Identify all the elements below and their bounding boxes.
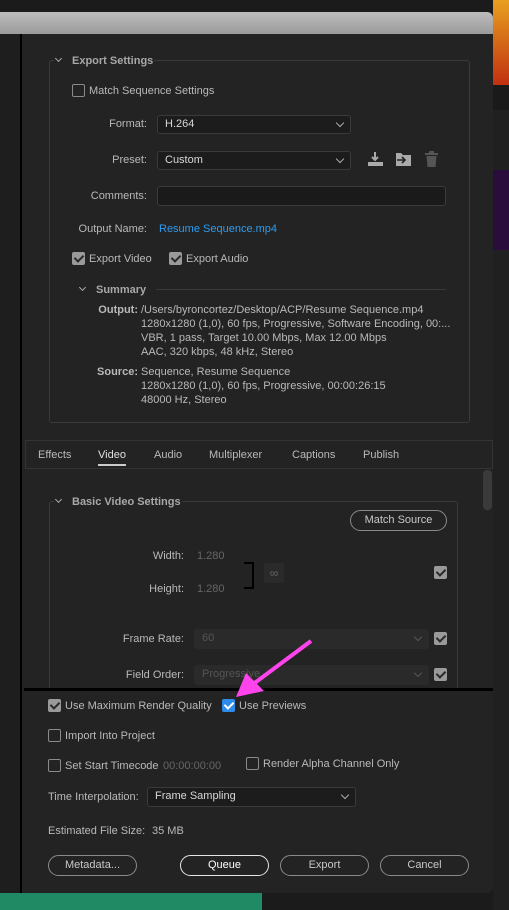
scrollbar[interactable] (483, 470, 492, 510)
start-timecode-value[interactable]: 00:00:00:00 (163, 759, 221, 773)
comments-label: Comments: (90, 190, 147, 202)
delete-preset-icon[interactable] (424, 151, 439, 168)
summary-output-line: 1280x1280 (1,0), 60 fps, Progressive, So… (141, 318, 451, 330)
summary-source-line: Sequence, Resume Sequence (141, 366, 291, 378)
summary-output-line: VBR, 1 pass, Target 10.00 Mbps, Max 12.0… (141, 332, 387, 344)
match-sequence-label: Match Sequence Settings (89, 85, 215, 97)
tab-effects[interactable]: Effects (38, 448, 71, 462)
render-alpha-checkbox[interactable] (246, 757, 259, 770)
title-bar[interactable] (0, 12, 493, 34)
basic-video-settings-title: Basic Video Settings (72, 496, 181, 508)
frame-rate-checkbox[interactable] (434, 632, 447, 645)
height-label: Height: (149, 583, 184, 595)
tab-publish[interactable]: Publish (363, 448, 399, 462)
export-audio-label: Export Audio (186, 253, 249, 265)
file-size-value: 35 MB (152, 825, 184, 837)
output-name-label: Output Name: (78, 223, 147, 235)
field-order-checkbox[interactable] (434, 668, 447, 681)
background-app-right (493, 0, 509, 910)
export-audio-checkbox[interactable] (169, 252, 182, 265)
frame-rate-label: Frame Rate: (122, 633, 184, 645)
annotation-arrow-icon (236, 639, 313, 697)
summary-source-label: Source: (97, 366, 138, 378)
tab-video[interactable]: Video (98, 448, 126, 466)
summary-output-line: AAC, 320 kbps, 48 kHz, Stereo (141, 346, 294, 358)
export-button[interactable]: Export (280, 855, 369, 876)
cancel-button[interactable]: Cancel (380, 855, 469, 876)
export-settings-title: Export Settings (72, 55, 154, 67)
format-dropdown[interactable]: H.264 (157, 115, 351, 134)
save-preset-icon[interactable] (367, 151, 384, 167)
width-value[interactable]: 1.280 (197, 549, 225, 563)
comments-input[interactable] (157, 186, 446, 206)
link-bracket (244, 562, 254, 589)
match-source-button[interactable]: Match Source (350, 510, 447, 531)
preset-label: Preset: (112, 154, 147, 166)
width-label: Width: (152, 550, 184, 562)
import-into-project-label: Import Into Project (65, 730, 155, 742)
max-render-quality-checkbox[interactable] (48, 699, 61, 712)
dimensions-checkbox[interactable] (434, 566, 447, 579)
field-order-label: Field Order: (125, 669, 184, 681)
max-render-quality-label: Use Maximum Render Quality (65, 700, 212, 712)
summary-output-label: Output: (98, 304, 138, 316)
format-label: Format: (109, 118, 147, 130)
summary-source-line: 1280x1280 (1,0), 60 fps, Progressive, 00… (141, 380, 386, 392)
metadata-button[interactable]: Metadata... (48, 855, 137, 876)
divider (156, 289, 446, 290)
time-interpolation-label: Time Interpolation: (48, 791, 139, 803)
file-size-label: Estimated File Size: (48, 825, 146, 837)
time-interpolation-dropdown[interactable]: Frame Sampling (147, 787, 356, 807)
height-value[interactable]: 1.280 (197, 582, 225, 596)
link-dimensions-icon[interactable]: ∞ (264, 563, 284, 583)
queue-button[interactable]: Queue (180, 855, 269, 876)
output-name-link[interactable]: Resume Sequence.mp4 (159, 222, 277, 236)
import-preset-icon[interactable] (395, 151, 412, 167)
export-video-checkbox[interactable] (72, 252, 85, 265)
summary-source-line: 48000 Hz, Stereo (141, 394, 227, 406)
left-panel (0, 34, 22, 893)
preset-dropdown[interactable]: Custom (157, 151, 351, 170)
export-video-label: Export Video (89, 253, 152, 265)
background-waveform (0, 893, 262, 910)
tab-multiplexer[interactable]: Multiplexer (209, 448, 262, 462)
start-timecode-checkbox[interactable] (48, 759, 61, 772)
render-alpha-label: Render Alpha Channel Only (263, 758, 400, 770)
summary-output-line: /Users/byroncortez/Desktop/ACP/Resume Se… (141, 304, 424, 316)
import-into-project-checkbox[interactable] (48, 729, 61, 742)
tab-captions[interactable]: Captions (292, 448, 335, 462)
match-sequence-checkbox[interactable] (72, 84, 85, 97)
summary-title: Summary (96, 284, 147, 296)
tab-audio[interactable]: Audio (154, 448, 182, 462)
start-timecode-label: Set Start Timecode (65, 760, 159, 772)
